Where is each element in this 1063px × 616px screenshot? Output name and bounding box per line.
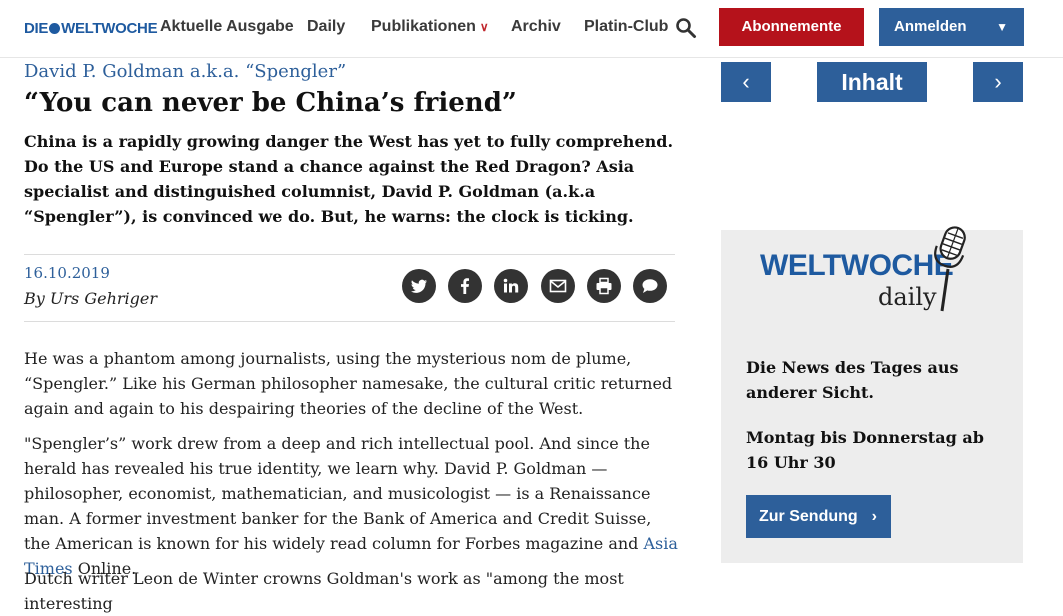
chevron-down-icon: ▼	[996, 20, 1008, 34]
next-button[interactable]: ›	[973, 62, 1023, 102]
nav-archiv[interactable]: Archiv	[511, 18, 561, 36]
site-logo[interactable]: DIE WELTWOCHE	[24, 20, 158, 37]
nav-publikationen-label: Publikationen	[371, 18, 476, 35]
article-date: 16.10.2019	[24, 264, 110, 282]
zur-sendung-label: Zur Sendung	[759, 508, 858, 525]
login-button[interactable]: Anmelden ▼	[879, 8, 1024, 46]
subscribe-button[interactable]: Abonnemente	[719, 8, 864, 46]
share-comment-button[interactable]	[633, 269, 667, 303]
logo-text-left: DIE	[24, 20, 49, 37]
share-linkedin-button[interactable]	[494, 269, 528, 303]
article-paragraph: Dutch writer Leon de Winter crowns Goldm…	[24, 569, 624, 613]
chevron-right-icon: ›	[871, 508, 877, 525]
daily-description: Die News des Tages aus anderer Sicht.	[746, 358, 959, 402]
share-facebook-button[interactable]	[448, 269, 482, 303]
article-lead: China is a rapidly growing danger the We…	[24, 132, 674, 226]
mail-icon	[549, 279, 567, 293]
logo-text-right: WELTWOCHE	[61, 20, 158, 37]
article-author: By Urs Gehriger	[24, 289, 157, 308]
chevron-down-icon: ∨	[479, 20, 489, 34]
nav-publikationen[interactable]: Publikationen ∨	[371, 18, 489, 36]
site-header: DIE WELTWOCHE Aktuelle Ausgabe Daily Publ…	[0, 0, 1063, 58]
microphone-icon	[934, 226, 966, 312]
zur-sendung-button[interactable]: Zur Sendung ›	[746, 495, 891, 538]
divider	[24, 254, 675, 255]
article-paragraph: He was a phantom among journalists, usin…	[24, 349, 673, 418]
prev-button[interactable]: ‹	[721, 62, 771, 102]
share-mail-button[interactable]	[541, 269, 575, 303]
divider	[24, 321, 675, 322]
comment-icon	[642, 279, 658, 293]
linkedin-icon	[503, 278, 519, 293]
facebook-icon	[461, 278, 469, 294]
article-kicker: David P. Goldman a.k.a. “Spengler”	[24, 61, 347, 82]
share-twitter-button[interactable]	[402, 269, 436, 303]
paragraph-text: "Spengler’s” work drew from a deep and r…	[24, 434, 652, 553]
inhalt-button[interactable]: Inhalt	[817, 62, 927, 102]
article-paragraph: "Spengler’s” work drew from a deep and r…	[24, 431, 679, 581]
nav-daily[interactable]: Daily	[307, 18, 345, 36]
login-label: Anmelden	[894, 18, 967, 35]
search-icon[interactable]	[675, 17, 697, 39]
article-title: “You can never be China’s friend”	[24, 88, 517, 118]
daily-schedule: Montag bis Donnerstag ab 16 Uhr 30	[746, 428, 984, 472]
nav-platin-club[interactable]: Platin-Club	[584, 18, 668, 36]
print-icon	[596, 277, 612, 295]
daily-logo: WELTWOCHE	[760, 249, 954, 282]
share-print-button[interactable]	[587, 269, 621, 303]
twitter-icon	[411, 279, 427, 293]
logo-dot-icon	[49, 23, 61, 34]
nav-aktuelle-ausgabe[interactable]: Aktuelle Ausgabe	[160, 18, 294, 36]
